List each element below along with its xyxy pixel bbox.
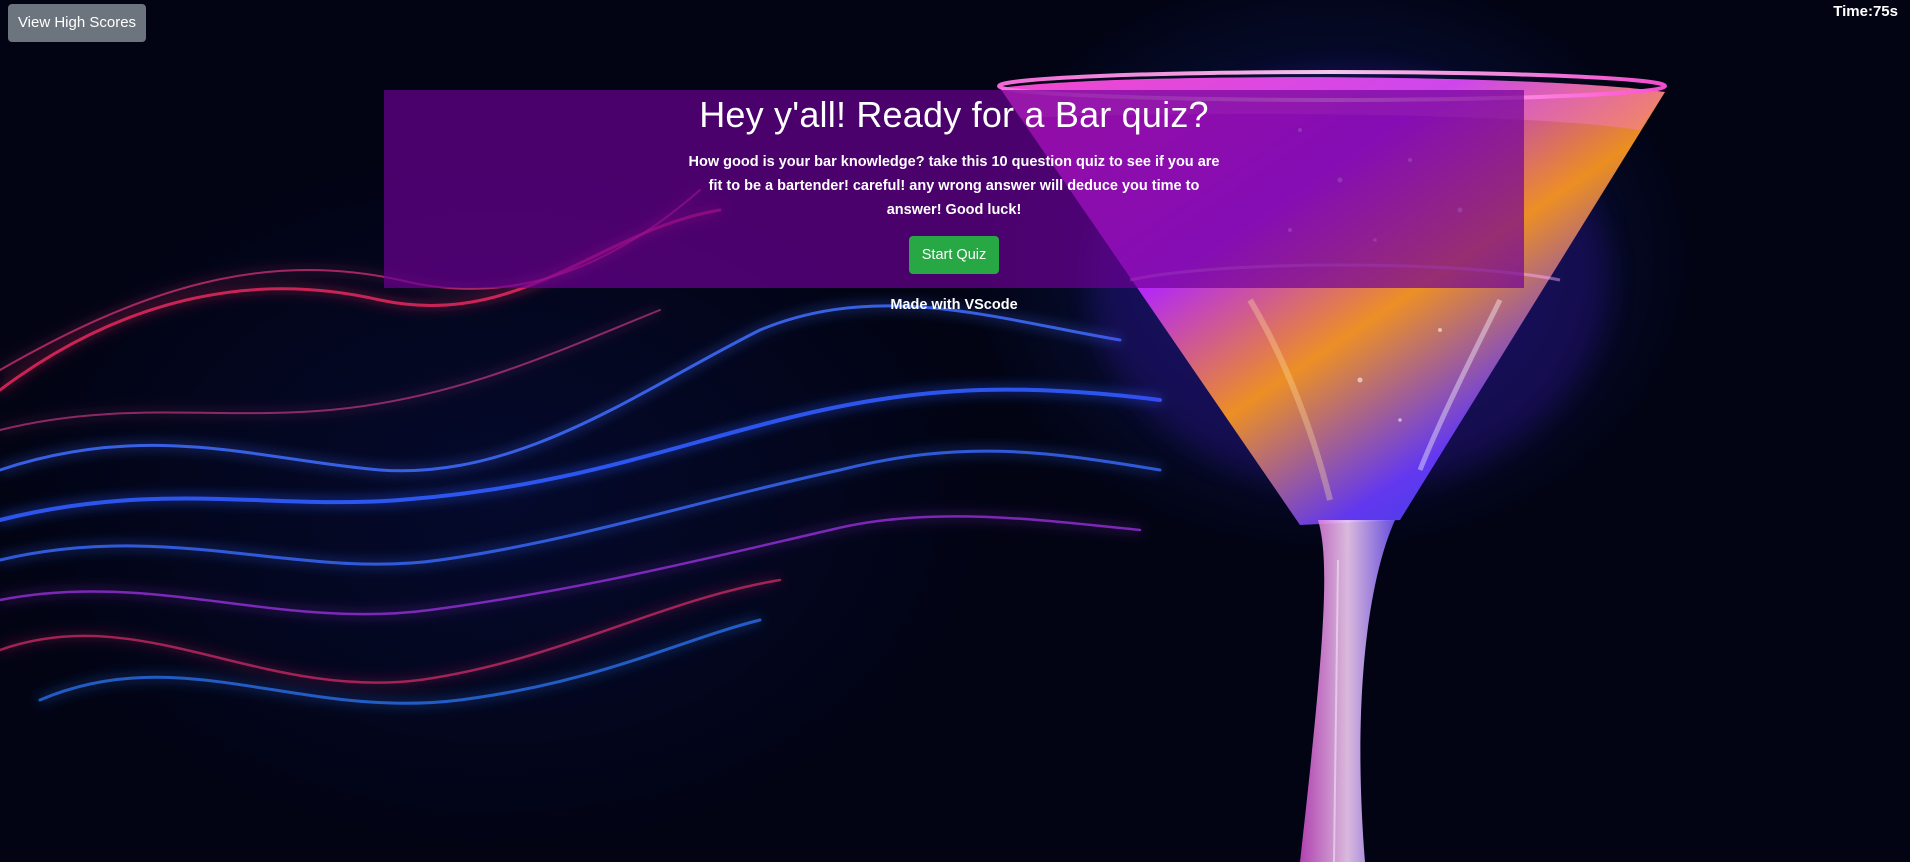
start-quiz-button[interactable]: Start Quiz bbox=[909, 236, 999, 274]
intro-description: How good is your bar knowledge? take thi… bbox=[688, 154, 1220, 218]
page-title: Hey y'all! Ready for a Bar quiz? bbox=[699, 94, 1209, 135]
view-high-scores-button[interactable]: View High Scores bbox=[8, 4, 146, 42]
intro-card: Hey y'all! Ready for a Bar quiz? How goo… bbox=[384, 90, 1524, 288]
timer-value: 75s bbox=[1872, 3, 1898, 20]
timer-label: Time: bbox=[1833, 3, 1873, 20]
footer-credit: Made with VScode bbox=[890, 297, 1018, 313]
timer: Time:75s bbox=[1833, 3, 1898, 20]
